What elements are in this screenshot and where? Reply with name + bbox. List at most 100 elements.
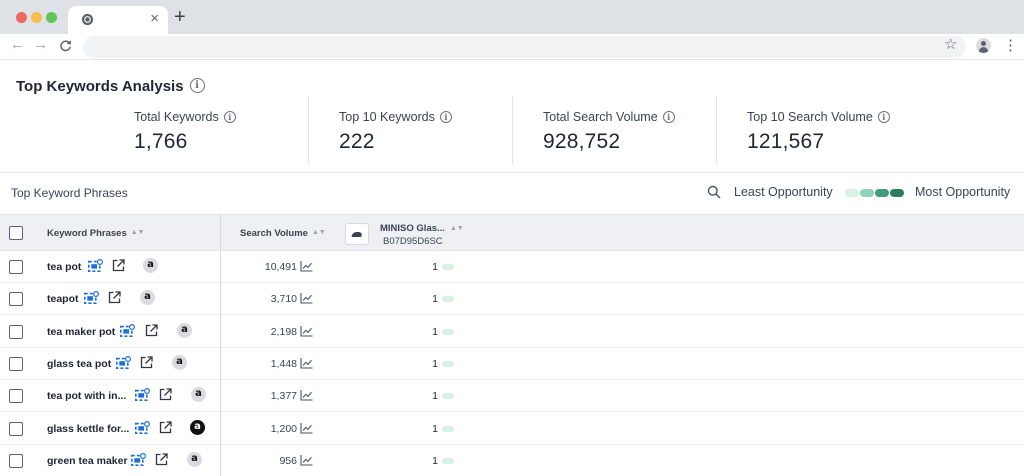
product-rank-value: 1	[432, 293, 438, 306]
table-row: teapot a 3,710 1	[0, 283, 1024, 316]
keyword-phrase[interactable]: glass kettle for...	[47, 423, 129, 435]
search-volume-value: 10,491	[264, 261, 297, 273]
opportunity-indicator	[442, 328, 454, 335]
product-name[interactable]: MINISO Glas...	[380, 223, 445, 234]
keyword-tracker-icon[interactable]	[131, 452, 146, 466]
amazon-icon[interactable]: a	[172, 354, 187, 370]
bookmark-star-icon[interactable]: ☆	[944, 36, 957, 54]
row-checkbox[interactable]	[9, 453, 23, 468]
amazon-icon[interactable]: a	[140, 290, 155, 306]
stat-label: Top 10 Keywords	[339, 110, 435, 124]
search-volume-column-header[interactable]: Search Volume ▲▼	[240, 228, 326, 239]
amazon-icon[interactable]: a	[143, 258, 158, 273]
back-icon[interactable]: ←	[10, 36, 25, 54]
product-asin: B07D95D6SC	[383, 236, 443, 247]
info-icon[interactable]: i	[223, 110, 236, 123]
browser-tab-bar: × +	[0, 0, 1024, 34]
stat-total-search-volume: Total Search Volume i 928,752	[512, 96, 716, 164]
external-link-icon[interactable]	[108, 291, 121, 304]
row-checkbox[interactable]	[9, 421, 23, 436]
keyword-tracker-icon[interactable]	[135, 388, 150, 402]
info-icon[interactable]: i	[662, 110, 675, 123]
tab-close-icon[interactable]: ×	[150, 11, 159, 27]
keyword-tracker-icon[interactable]	[116, 355, 131, 369]
search-volume-value: 1,200	[270, 422, 297, 435]
keyword-phrases-toolbar: Top Keyword Phrases Least Opportunity Mo…	[0, 172, 1024, 212]
window-close-button[interactable]	[16, 12, 27, 23]
sort-icon[interactable]: ▲▼	[450, 225, 464, 232]
table-row: tea pot a 10,491 1	[0, 251, 1024, 283]
keyword-phrase[interactable]: tea pot with in...	[47, 390, 126, 402]
search-volume-value: 1,377	[270, 390, 297, 403]
info-icon[interactable]: i	[877, 110, 890, 123]
opportunity-indicator	[442, 393, 454, 400]
trend-chart-icon[interactable]	[300, 292, 313, 304]
window-minimize-button[interactable]	[31, 12, 42, 23]
row-checkbox[interactable]	[9, 389, 23, 404]
table-row: glass tea pot a 1,448 1	[0, 348, 1024, 380]
trend-chart-icon[interactable]	[300, 260, 313, 272]
amazon-icon[interactable]: a	[191, 387, 206, 403]
stat-label: Top 10 Search Volume	[747, 110, 873, 124]
keyword-phrase[interactable]: glass tea pot	[47, 358, 111, 370]
trend-chart-icon[interactable]	[300, 454, 313, 466]
keyword-tracker-icon[interactable]	[84, 291, 99, 305]
trend-chart-icon[interactable]	[300, 422, 313, 434]
forward-icon[interactable]: →	[33, 36, 48, 54]
keyword-tracker-icon[interactable]	[135, 420, 150, 434]
search-icon[interactable]	[707, 185, 721, 199]
stat-total-keywords: Total Keywords i 1,766	[104, 96, 308, 164]
amazon-icon[interactable]: a	[177, 322, 192, 338]
stat-value: 928,752	[543, 130, 621, 153]
keyword-phrase[interactable]: tea maker pot	[47, 326, 115, 338]
select-all-checkbox[interactable]	[9, 226, 23, 240]
product-rank-value: 1	[432, 357, 438, 370]
keyword-tracker-icon[interactable]	[120, 323, 135, 337]
external-link-icon[interactable]	[159, 388, 172, 401]
external-link-icon[interactable]	[159, 420, 172, 434]
opportunity-indicator	[442, 296, 454, 303]
browser-menu-icon[interactable]: ⋮	[1003, 37, 1018, 55]
info-icon[interactable]: i	[439, 110, 452, 123]
trend-chart-icon[interactable]	[300, 357, 313, 369]
external-link-icon[interactable]	[155, 453, 168, 466]
trend-chart-icon[interactable]	[300, 389, 313, 401]
external-link-icon[interactable]	[112, 259, 125, 272]
opportunity-indicator	[442, 360, 454, 367]
opportunity-indicator	[442, 264, 454, 270]
row-checkbox[interactable]	[9, 356, 23, 371]
column-divider	[220, 214, 221, 476]
browser-tab[interactable]: ×	[68, 6, 168, 34]
table-row: green tea maker a 956 1	[0, 445, 1024, 476]
address-bar[interactable]	[83, 36, 966, 58]
scale-step	[845, 189, 859, 197]
row-checkbox[interactable]	[9, 292, 23, 307]
keyword-phrase[interactable]: tea pot	[47, 261, 81, 273]
profile-avatar-icon[interactable]	[976, 38, 991, 53]
sort-icon[interactable]: ▲▼	[131, 229, 145, 236]
table-row: glass kettle for... a 1,200 1	[0, 413, 1024, 445]
keyword-tracker-icon[interactable]	[88, 259, 103, 272]
new-tab-icon[interactable]: +	[174, 7, 186, 27]
table-row: tea pot with in... a 1,377 1	[0, 380, 1024, 413]
keyword-phrase[interactable]: green tea maker	[47, 455, 128, 467]
keyword-column-header[interactable]: Keyword Phrases ▲▼	[47, 228, 145, 239]
window-maximize-button[interactable]	[46, 12, 57, 23]
keyword-phrase[interactable]: teapot	[47, 293, 79, 305]
sort-icon[interactable]: ▲▼	[312, 229, 326, 236]
row-checkbox[interactable]	[9, 324, 23, 339]
opportunity-indicator	[442, 457, 454, 464]
search-volume-value: 2,198	[270, 325, 297, 338]
external-link-icon[interactable]	[145, 323, 158, 337]
trend-chart-icon[interactable]	[300, 325, 313, 337]
least-opportunity-label: Least Opportunity	[734, 185, 833, 199]
reload-icon[interactable]	[59, 39, 72, 52]
scale-step	[890, 189, 904, 197]
amazon-icon[interactable]: a	[190, 419, 205, 435]
row-checkbox[interactable]	[9, 260, 23, 274]
info-icon[interactable]: i	[189, 78, 205, 94]
amazon-icon[interactable]: a	[187, 451, 202, 467]
search-volume-value: 956	[279, 454, 297, 467]
external-link-icon[interactable]	[140, 356, 153, 369]
stat-value: 222	[339, 130, 375, 153]
